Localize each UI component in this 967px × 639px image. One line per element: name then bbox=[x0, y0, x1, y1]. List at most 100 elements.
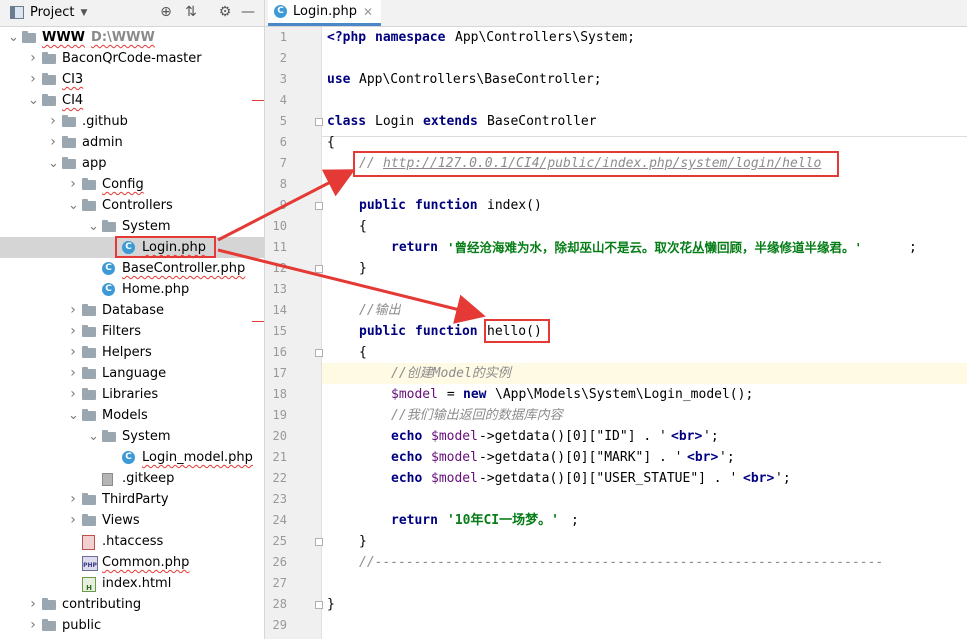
folder-icon bbox=[42, 94, 56, 106]
tree-item[interactable]: .gitkeep bbox=[0, 468, 264, 489]
chevron-down-icon[interactable]: ⌄ bbox=[88, 216, 99, 237]
chevron-right-icon[interactable]: › bbox=[68, 363, 78, 384]
chevron-right-icon[interactable]: › bbox=[48, 132, 58, 153]
tree-item[interactable]: › Filters bbox=[0, 321, 264, 342]
tree-item[interactable]: ⌄ System bbox=[0, 426, 264, 447]
line-number: 3 bbox=[279, 72, 287, 86]
line-number-gutter: 1 2 3 4 5 6 7 8 9 10 11 12 13 14 15 16 17 18 19 20 21 22 23 24 2… bbox=[265, 27, 323, 639]
folder-icon bbox=[82, 304, 96, 316]
chevron-right-icon[interactable]: › bbox=[28, 594, 38, 615]
tree-item[interactable]: › Database bbox=[0, 300, 264, 321]
tree-item-label: System bbox=[122, 429, 171, 444]
minimize-icon[interactable]: — bbox=[240, 4, 256, 20]
line-number: 20 bbox=[272, 429, 287, 443]
tree-item[interactable]: C BaseController.php bbox=[0, 258, 264, 279]
tree-item[interactable]: › Libraries bbox=[0, 384, 264, 405]
php-class-icon: C bbox=[102, 262, 115, 275]
line-number: 27 bbox=[272, 576, 287, 590]
chevron-down-icon[interactable]: ⌄ bbox=[48, 153, 59, 174]
tree-item-label: contributing bbox=[62, 597, 142, 612]
folder-icon bbox=[82, 325, 96, 337]
tree-item[interactable]: ⌄ CI4 bbox=[0, 90, 264, 111]
chevron-right-icon[interactable]: › bbox=[28, 69, 38, 90]
tree-item[interactable]: ⌄ System bbox=[0, 216, 264, 237]
tree-item-label: System bbox=[122, 219, 171, 234]
chevron-right-icon[interactable]: › bbox=[28, 615, 38, 636]
line-number: 22 bbox=[272, 471, 287, 485]
chevron-right-icon[interactable]: › bbox=[28, 48, 38, 69]
folder-icon bbox=[42, 598, 56, 610]
chevron-right-icon[interactable]: › bbox=[68, 510, 78, 531]
chevron-down-icon[interactable]: ⌄ bbox=[28, 90, 39, 111]
tree-item[interactable]: › Language bbox=[0, 363, 264, 384]
code-editor[interactable]: <?php namespace App\Controllers\System; us… bbox=[322, 27, 967, 639]
chevron-right-icon[interactable]: › bbox=[68, 489, 78, 510]
collapse-icon[interactable]: ⇅ bbox=[183, 4, 199, 20]
chevron-right-icon[interactable]: › bbox=[68, 342, 78, 363]
tree-item[interactable]: › Config bbox=[0, 174, 264, 195]
tree-item[interactable]: .htaccess bbox=[0, 531, 264, 552]
folder-icon bbox=[82, 178, 96, 190]
tree-item-label: public bbox=[62, 618, 102, 633]
tree-item[interactable]: C Login_model.php bbox=[0, 447, 264, 468]
tree-item[interactable]: › public bbox=[0, 615, 264, 636]
line-number: 26 bbox=[272, 555, 287, 569]
chevron-down-icon[interactable]: ⌄ bbox=[68, 405, 79, 426]
tree-item[interactable]: › Views bbox=[0, 510, 264, 531]
editor-tab-bar: C Login.php ✕ bbox=[265, 0, 967, 27]
tree-item-label: Models bbox=[102, 408, 148, 423]
code-line-22: echo $model ->getdata()[0]["USER_STATUE"] … bbox=[391, 471, 791, 486]
chevron-down-icon[interactable]: ⌄ bbox=[68, 195, 79, 216]
tree-item[interactable]: › Helpers bbox=[0, 342, 264, 363]
line-number: 28 bbox=[272, 597, 287, 611]
chevron-down-icon[interactable]: ▼ bbox=[80, 8, 87, 18]
tree-item[interactable]: › .github bbox=[0, 111, 264, 132]
chevron-right-icon[interactable]: › bbox=[48, 111, 58, 132]
line-number: 24 bbox=[272, 513, 287, 527]
tab-login-php[interactable]: C Login.php ✕ bbox=[268, 0, 382, 26]
tree-item-label: .gitkeep bbox=[122, 471, 175, 486]
folder-icon bbox=[102, 220, 116, 232]
tree-item-label: app bbox=[82, 156, 107, 171]
tree-item[interactable]: › CI3 bbox=[0, 69, 264, 90]
line-number: 12 bbox=[272, 261, 287, 275]
folder-icon bbox=[82, 346, 96, 358]
tree-item[interactable]: C Home.php bbox=[0, 279, 264, 300]
line-number: 17 bbox=[272, 366, 287, 380]
change-marker bbox=[252, 100, 264, 101]
tree-item[interactable]: › admin bbox=[0, 132, 264, 153]
tree-item[interactable]: ⌄ Models bbox=[0, 405, 264, 426]
chevron-down-icon[interactable]: ⌄ bbox=[8, 27, 19, 48]
tree-item[interactable]: ⌄ WWW D:\WWW bbox=[0, 27, 264, 48]
chevron-down-icon[interactable]: ⌄ bbox=[88, 426, 99, 447]
tree-item-label: Config bbox=[102, 177, 144, 192]
tree-item-label: Controllers bbox=[102, 198, 173, 213]
tree-item-label: CI4 bbox=[62, 93, 84, 108]
tree-item[interactable]: PHP Common.php bbox=[0, 552, 264, 573]
code-line-12: } bbox=[359, 261, 367, 276]
chevron-right-icon[interactable]: › bbox=[68, 300, 78, 321]
code-line-14: //输出 bbox=[359, 303, 401, 318]
tree-item[interactable]: ⌄ Controllers bbox=[0, 195, 264, 216]
project-title: Project bbox=[30, 5, 75, 20]
chevron-right-icon[interactable]: › bbox=[68, 384, 78, 405]
folder-icon bbox=[22, 31, 36, 43]
tree-item[interactable]: Hindex.html bbox=[0, 573, 264, 594]
project-view-selector[interactable]: Project ▼ bbox=[10, 5, 87, 20]
tree-item[interactable]: › BaconQrCode-master bbox=[0, 48, 264, 69]
project-toolbar: Project ▼ ⊕ ⇅ ⚙ — bbox=[0, 0, 264, 27]
gear-icon[interactable]: ⚙ bbox=[217, 4, 233, 20]
chevron-right-icon[interactable]: › bbox=[68, 174, 78, 195]
tree-item[interactable]: › ThirdParty bbox=[0, 489, 264, 510]
folder-icon bbox=[82, 367, 96, 379]
line-number: 5 bbox=[279, 114, 287, 128]
chevron-right-icon[interactable]: › bbox=[68, 321, 78, 342]
code-line-6: { bbox=[327, 135, 335, 150]
line-number: 15 bbox=[272, 324, 287, 338]
tree-item[interactable]: › contributing bbox=[0, 594, 264, 615]
line-number: 14 bbox=[272, 303, 287, 317]
close-icon[interactable]: ✕ bbox=[363, 5, 373, 19]
crosshair-icon[interactable]: ⊕ bbox=[158, 4, 174, 20]
folder-icon bbox=[82, 199, 96, 211]
tree-item[interactable]: ⌄ app bbox=[0, 153, 264, 174]
